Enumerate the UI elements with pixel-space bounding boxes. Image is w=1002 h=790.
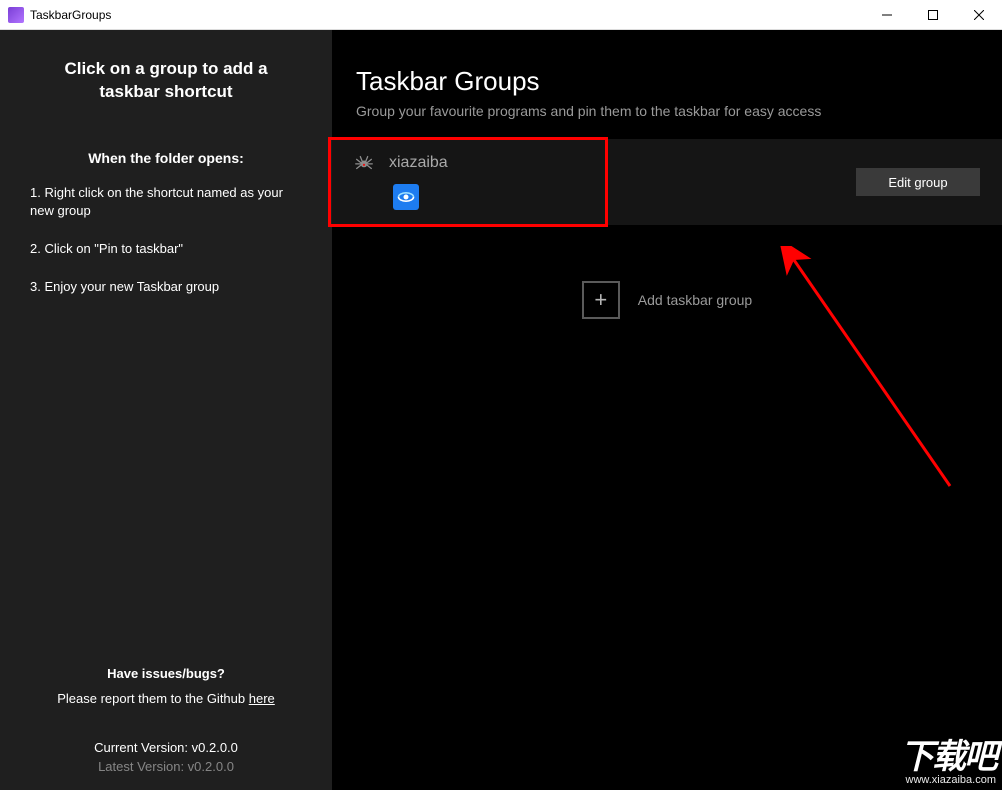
group-row: xiazaiba Edit group	[332, 139, 1002, 225]
item-360-icon	[393, 184, 419, 210]
github-link[interactable]: here	[249, 691, 275, 706]
sidebar-heading-line1: Click on a group to add a	[64, 59, 267, 78]
watermark: 下载吧 www.xiazaiba.com	[900, 742, 996, 786]
page-title: Taskbar Groups	[356, 66, 978, 97]
issues-text: Please report them to the Github	[57, 691, 249, 706]
main-panel: Taskbar Groups Group your favourite prog…	[332, 30, 1002, 790]
add-group-row[interactable]: + Add taskbar group	[332, 281, 1002, 319]
spider-icon	[353, 152, 375, 174]
group-name: xiazaiba	[389, 154, 448, 172]
group-tile[interactable]: xiazaiba	[328, 137, 608, 227]
current-version: Current Version: v0.2.0.0	[30, 740, 302, 755]
titlebar: TaskbarGroups	[0, 0, 1002, 30]
watermark-url: www.xiazaiba.com	[900, 774, 996, 786]
plus-icon[interactable]: +	[582, 281, 620, 319]
issues-line: Please report them to the Github here	[30, 691, 302, 706]
page-subtitle: Group your favourite programs and pin th…	[356, 103, 978, 119]
watermark-logo: 下载吧	[900, 742, 996, 773]
close-button[interactable]	[956, 0, 1002, 30]
sidebar-step: 3. Enjoy your new Taskbar group	[30, 278, 302, 296]
add-group-label: Add taskbar group	[638, 292, 752, 308]
sidebar-footer: Have issues/bugs? Please report them to …	[30, 666, 302, 778]
sidebar-step: 1. Right click on the shortcut named as …	[30, 184, 302, 220]
sidebar-heading-line2: taskbar shortcut	[99, 82, 232, 101]
issues-heading: Have issues/bugs?	[30, 666, 302, 681]
sidebar-heading: Click on a group to add a taskbar shortc…	[30, 58, 302, 104]
latest-version: Latest Version: v0.2.0.0	[30, 759, 302, 774]
minimize-button[interactable]	[864, 0, 910, 30]
sidebar-steps: 1. Right click on the shortcut named as …	[30, 184, 302, 317]
sidebar-subheader: When the folder opens:	[30, 150, 302, 166]
edit-group-button[interactable]: Edit group	[856, 168, 980, 196]
sidebar-step: 2. Click on "Pin to taskbar"	[30, 240, 302, 258]
group-items	[393, 184, 591, 210]
app-icon	[8, 7, 24, 23]
maximize-button[interactable]	[910, 0, 956, 30]
window-title: TaskbarGroups	[30, 8, 111, 22]
sidebar: Click on a group to add a taskbar shortc…	[0, 30, 332, 790]
